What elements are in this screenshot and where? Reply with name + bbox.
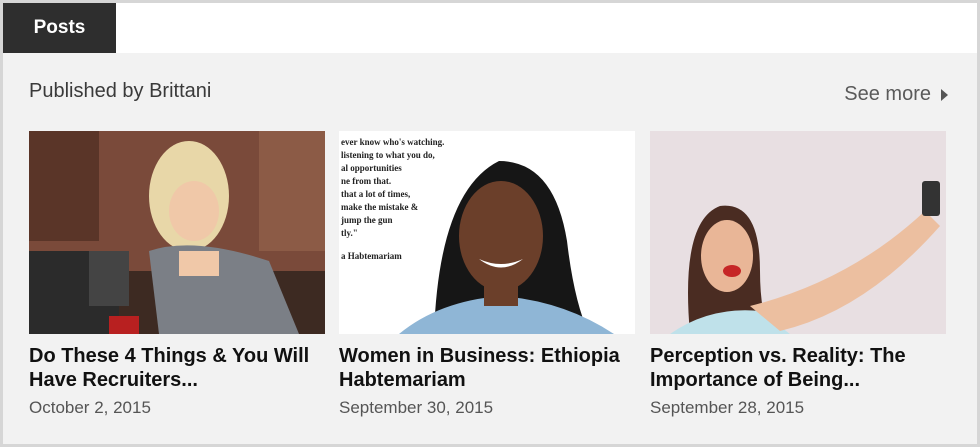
see-more-label: See more [844,83,931,105]
post-title[interactable]: Perception vs. Reality: The Importance o… [650,344,946,392]
post-thumbnail[interactable]: ever know who's watching. listening to w… [339,131,635,334]
post-thumbnail[interactable] [29,131,325,334]
posts-widget: Posts Published by Brittani See more Do … [0,0,980,447]
quote-line: make the mistake & [341,202,419,212]
tab-posts[interactable]: Posts [3,3,116,53]
post-card[interactable]: Do These 4 Things & You Will Have Recrui… [29,131,325,418]
see-more-link[interactable]: See more [844,83,948,106]
post-date: September 30, 2015 [339,398,494,417]
posts-panel: Published by Brittani See more Do These … [3,53,977,444]
quote-line: jump the gun [340,215,393,225]
post-thumbnail[interactable] [650,131,946,334]
quote-line: tly." [341,228,358,238]
post-card[interactable]: ever know who's watching. listening to w… [339,131,635,418]
quote-line: listening to what you do, [341,150,435,160]
post-date: October 2, 2015 [29,398,151,417]
quote-line: ne from that. [341,176,391,186]
section-title: Published by Brittani [29,80,212,102]
tab-bar: Posts [3,3,977,53]
chevron-right-icon [941,88,948,101]
quote-line: that a lot of times, [341,189,410,199]
quote-line: ever know who's watching. [341,137,444,147]
quote-line: a Habtemariam [341,251,402,261]
quote-line: al opportunities [341,163,402,173]
post-title[interactable]: Do These 4 Things & You Will Have Recrui… [29,344,325,392]
post-title[interactable]: Women in Business: Ethiopia Habtemariam [339,344,635,392]
post-card[interactable]: Perception vs. Reality: The Importance o… [650,131,946,418]
post-date: September 28, 2015 [650,398,805,417]
